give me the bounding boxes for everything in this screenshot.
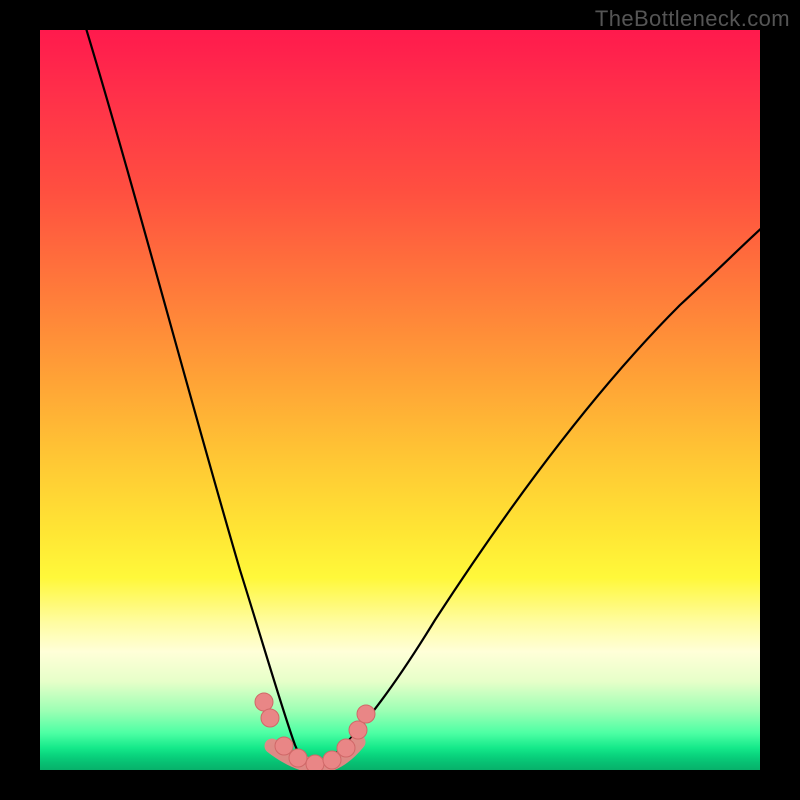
bead-left-3	[275, 737, 293, 755]
bead-right-2	[349, 721, 367, 739]
curve-layer	[40, 30, 760, 770]
bead-left-2	[261, 709, 279, 727]
chart-frame: TheBottleneck.com	[0, 0, 800, 800]
watermark-text: TheBottleneck.com	[595, 6, 790, 32]
bead-valley-1	[306, 755, 324, 770]
plot-area	[40, 30, 760, 770]
right-curve	[315, 225, 760, 770]
left-curve	[85, 30, 315, 770]
marker-beads	[255, 693, 375, 770]
bead-right-1	[337, 739, 355, 757]
bead-left-1	[255, 693, 273, 711]
bead-right-3	[357, 705, 375, 723]
bead-left-4	[289, 749, 307, 767]
bead-valley-2	[323, 751, 341, 769]
